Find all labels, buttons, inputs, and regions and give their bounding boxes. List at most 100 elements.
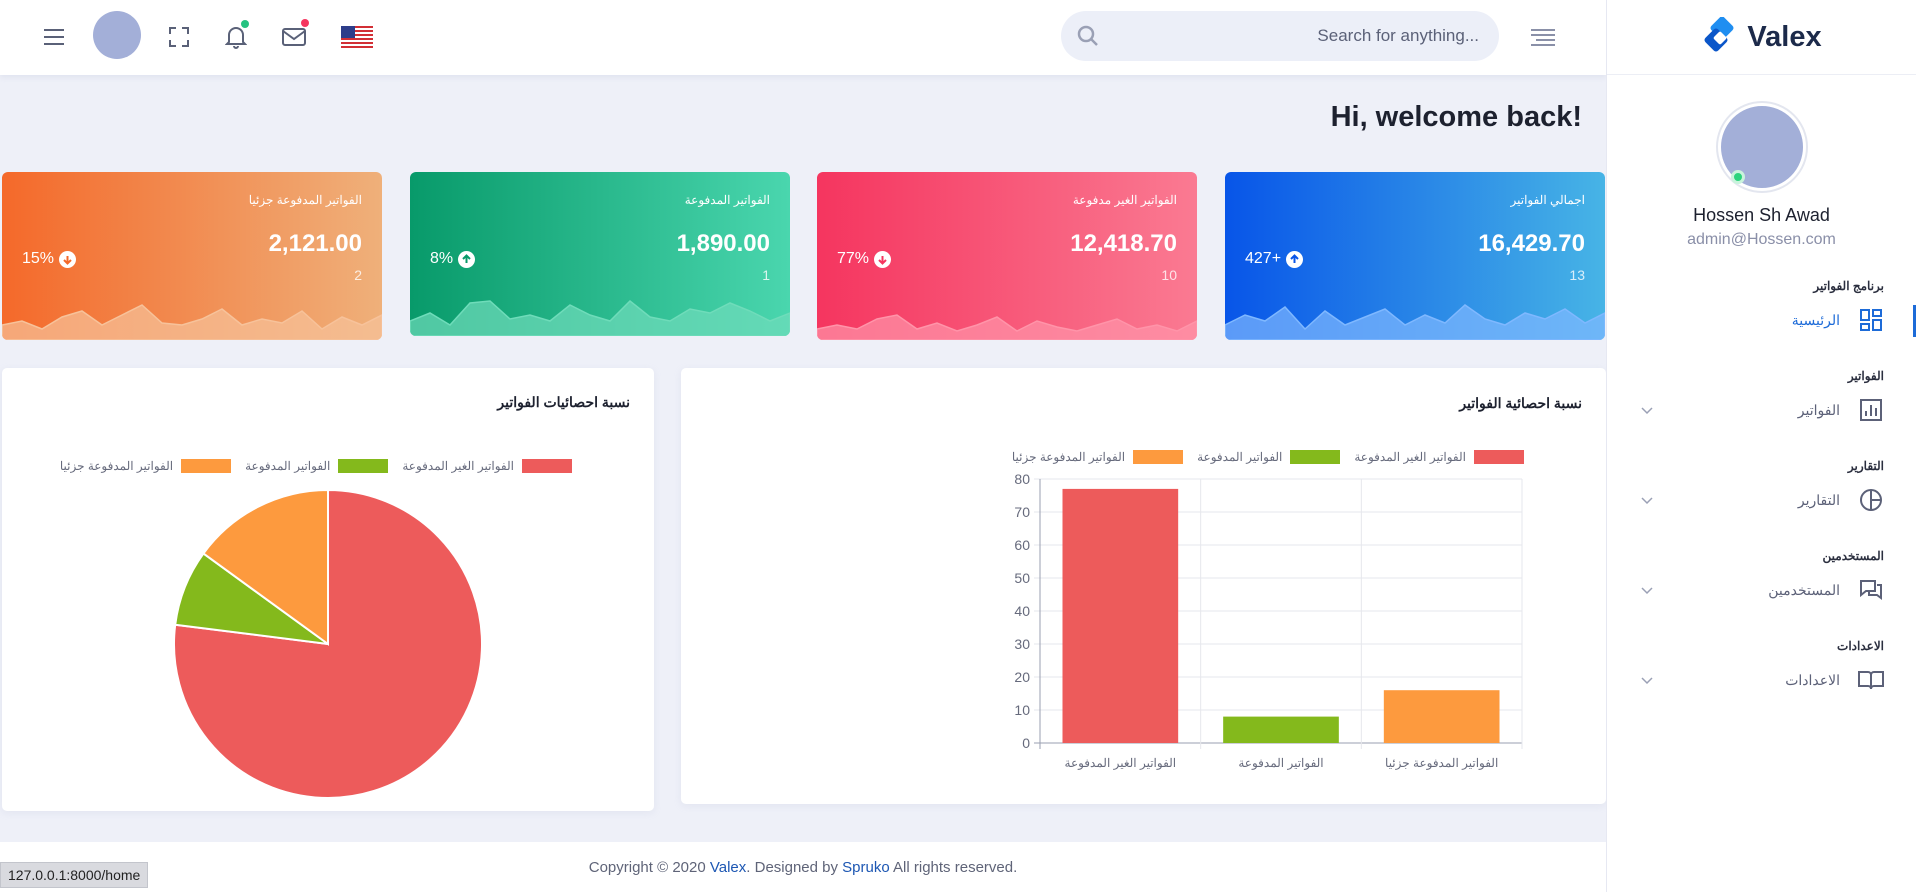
online-status-dot — [1730, 170, 1745, 184]
menu-category: المستخدمين — [1822, 549, 1884, 563]
hamburger-menu-icon[interactable] — [41, 24, 67, 50]
card-value: 1,890.00 — [676, 230, 770, 257]
y-tick-label: 20 — [1014, 669, 1030, 685]
card-percent: 77% — [837, 250, 870, 267]
stat-card-1[interactable]: اجمالي الفواتير 16,429.70 13 427+ — [1225, 172, 1605, 340]
right-menu-lines-icon[interactable] — [1530, 24, 1556, 50]
pie-chart-panel: نسبة احصائيات الفواتير الفواتير الغير ال… — [2, 368, 654, 811]
x-tick-label: الفواتير المدفوعة جزئيا — [1385, 756, 1498, 770]
sidebar-item-3[interactable]: التقارير — [1607, 473, 1884, 527]
pie-chart — [173, 488, 483, 799]
trend-down-icon — [59, 250, 77, 268]
bar[interactable] — [1383, 690, 1500, 743]
card-percent: 15% — [22, 250, 55, 267]
notification-bell-icon[interactable] — [223, 20, 249, 50]
user-avatar[interactable] — [93, 11, 141, 59]
card-count: 13 — [1569, 267, 1585, 283]
sidebar-item-label: الاعدادات — [1785, 671, 1840, 688]
us-flag-icon[interactable] — [341, 24, 373, 50]
menu-category: التقارير — [1847, 459, 1884, 473]
card-percent: 8% — [430, 250, 454, 267]
sidebar-item-2[interactable]: الفواتير — [1607, 383, 1884, 437]
bar-chart-panel: نسبة احصائية الفواتير الفواتير الغير الم… — [681, 368, 1606, 804]
trend-up-icon — [1286, 250, 1304, 268]
y-tick-label: 30 — [1014, 636, 1030, 652]
y-tick-label: 80 — [1014, 471, 1030, 487]
profile-name: Hossen Sh Awad — [1693, 205, 1830, 225]
trend-up-icon — [458, 250, 476, 268]
dashboard-icon — [1858, 307, 1884, 333]
sparkline — [817, 314, 1197, 340]
y-tick-label: 0 — [1022, 735, 1030, 751]
footer-brand-link[interactable]: Valex — [710, 859, 746, 876]
chevron-down-icon — [1641, 582, 1657, 598]
profile-avatar[interactable] — [1717, 103, 1806, 191]
card-value: 16,429.70 — [1478, 230, 1585, 257]
sidebar-menu: برنامج الفواتير الرئيسية الفواتير الفواتير ا… — [1607, 271, 1916, 707]
brand-name: Valex — [1747, 20, 1822, 53]
card-value: 12,418.70 — [1070, 230, 1177, 257]
sidebar-item-1[interactable]: الرئيسية — [1607, 293, 1916, 347]
sparkline — [410, 299, 790, 336]
sparkline — [1225, 304, 1605, 340]
chevron-down-icon — [1641, 672, 1657, 688]
bar-chart-icon — [1858, 397, 1884, 423]
brand-logo[interactable]: Valex — [1607, 0, 1916, 75]
card-title: الفواتير المدفوعة جزئيا — [248, 193, 362, 207]
y-tick-label: 60 — [1014, 537, 1030, 553]
stat-card-3[interactable]: الفواتير المدفوعة 1,890.00 1 8% — [410, 172, 790, 336]
stat-card-4[interactable]: الفواتير المدفوعة جزئيا 2,121.00 2 15% — [2, 172, 382, 340]
x-tick-label: الفواتير الغير المدفوعة — [1065, 756, 1177, 770]
bar-chart: 0 10 20 30 40 50 60 70 80 الفواتير الغير المدفوعة… — [1014, 471, 1523, 770]
card-title: الفواتير الغير مدفوعة — [1072, 193, 1177, 207]
sidebar-item-label: الفواتير — [1797, 401, 1840, 418]
pie-chart-icon — [1858, 487, 1884, 513]
y-tick-label: 70 — [1014, 504, 1030, 520]
footer-middle: . Designed by — [746, 859, 843, 876]
book-icon — [1858, 667, 1884, 693]
sidebar-profile: Hossen Sh Awad admin@Hossen.com — [1607, 75, 1916, 249]
page-title: Hi, welcome back! — [1330, 101, 1582, 133]
card-count: 1 — [762, 267, 770, 283]
chevron-down-icon — [1641, 492, 1657, 508]
sidebar-item-label: التقارير — [1797, 491, 1840, 508]
card-count: 10 — [1161, 267, 1177, 283]
bar[interactable] — [1062, 488, 1179, 743]
sparkline — [2, 304, 382, 340]
card-percent: 427+ — [1245, 250, 1282, 267]
footer-designer-link[interactable]: Spruko — [842, 859, 890, 876]
footer-prefix: Copyright © 2020 — [588, 859, 710, 876]
sidebar-item-label: المستخدمين — [1768, 581, 1840, 598]
top-header — [0, 0, 1606, 75]
sidebar: Valex Hossen Sh Awad admin@Hossen.com بر… — [1606, 0, 1916, 892]
chat-icon — [1858, 577, 1884, 603]
menu-category: الاعدادات — [1837, 639, 1884, 653]
menu-category: برنامج الفواتير — [1813, 279, 1884, 293]
trend-down-icon — [874, 250, 892, 268]
card-count: 2 — [354, 267, 362, 283]
card-value: 2,121.00 — [268, 230, 362, 257]
chevron-down-icon — [1641, 402, 1657, 418]
footer-suffix: All rights reserved. — [889, 859, 1018, 876]
sidebar-item-label: الرئيسية — [1791, 311, 1840, 328]
search-box — [1061, 11, 1499, 61]
card-title: الفواتير المدفوعة — [684, 193, 770, 207]
y-tick-label: 40 — [1014, 603, 1030, 619]
search-icon[interactable] — [1077, 25, 1099, 52]
bar[interactable] — [1223, 716, 1339, 743]
sidebar-item-5[interactable]: الاعدادات — [1607, 653, 1884, 707]
status-url-bar: 127.0.0.1:8000/home — [0, 862, 149, 888]
x-tick-label: الفواتير المدفوعة — [1238, 756, 1323, 770]
footer: Copyright © 2020 Valex. Designed by Spru… — [0, 842, 1606, 892]
card-title: اجمالي الفواتير — [1510, 193, 1585, 207]
menu-category: الفواتير — [1847, 369, 1884, 383]
valex-logo-icon — [1704, 17, 1734, 52]
y-tick-label: 50 — [1014, 570, 1030, 586]
fullscreen-icon[interactable] — [166, 24, 192, 50]
mail-icon[interactable] — [281, 19, 309, 50]
search-input[interactable] — [1111, 11, 1479, 61]
y-tick-label: 10 — [1014, 702, 1030, 718]
stat-card-2[interactable]: الفواتير الغير مدفوعة 12,418.70 10 77% — [817, 172, 1197, 340]
sidebar-item-4[interactable]: المستخدمين — [1607, 563, 1884, 617]
profile-email: admin@Hossen.com — [1687, 231, 1836, 248]
